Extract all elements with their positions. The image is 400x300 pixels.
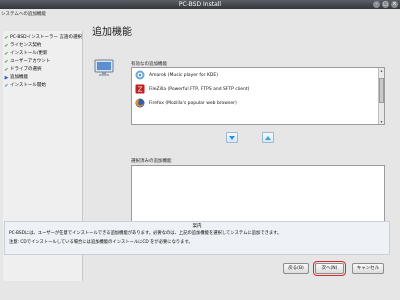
sidebar-item-label: インストール開始	[10, 83, 46, 88]
current-step-arrow-icon: ▶	[4, 75, 9, 81]
available-features-list[interactable]: Amarok (Music player for KDE) Z FileZill…	[131, 67, 385, 125]
list-item[interactable]: Amarok (Music player for KDE)	[132, 68, 384, 82]
help-note: 注意: CDでインストールしている場合には追加機能のインストールにCD をが必要…	[9, 240, 193, 245]
sidebar-item-label: PC-BSDインストーラー 言語の選択	[10, 35, 82, 40]
amarok-icon	[135, 70, 145, 80]
sidebar-item-language: ✔ PC-BSDインストーラー 言語の選択	[3, 35, 82, 41]
sidebar-item-label: ドライブの選択	[10, 67, 42, 72]
scroll-up-icon[interactable]: ▴	[379, 68, 384, 73]
selected-features-label: 選択済みの追加機能	[131, 159, 172, 164]
sidebar-item-label: 追加機能	[10, 75, 28, 80]
check-icon: ✔	[4, 83, 9, 89]
help-panel: 案内 PC-BSDには、ユーザーが任意でインストールできる追加機能があります。必…	[4, 221, 390, 255]
check-icon: ✔	[4, 51, 9, 57]
close-button[interactable]: ×	[391, 1, 398, 8]
arrow-up-icon	[265, 136, 271, 140]
sidebar-item-label: ライセンス契約	[10, 43, 42, 48]
sidebar-item-extra-features: ▶ 追加機能	[3, 75, 82, 81]
sidebar-item-label: インストール/更新	[10, 51, 48, 56]
section-header: システムへの追加機能	[1, 12, 46, 17]
list-scrollbar[interactable]: ▴ ▾	[378, 68, 384, 124]
next-button[interactable]: 次へ(N)	[313, 261, 346, 276]
help-text: PC-BSDには、ユーザーが任意でインストールできる追加機能があります。必要なの…	[9, 231, 282, 236]
sidebar-item-drive: ✔ ドライブの選択	[3, 67, 82, 73]
window-title: PC-BSD Install	[178, 1, 222, 8]
check-icon: ✔	[4, 59, 9, 65]
window-controls: – □ ×	[373, 1, 398, 8]
list-item-label: Firefox (Mozilla's popular web browser)	[149, 100, 237, 106]
sidebar-item-start-install: ✔ インストール開始	[3, 83, 82, 89]
monitor-icon	[94, 59, 114, 76]
sidebar-item-license: ✔ ライセンス契約	[3, 43, 82, 49]
installer-window: システムへの追加機能 ✔ PC-BSDインストーラー 言語の選択 ✔ ライセンス…	[0, 9, 400, 300]
check-icon: ✔	[4, 67, 9, 73]
sidebar-item-install-update: ✔ インストール/更新	[3, 51, 82, 57]
list-item[interactable]: Z FileZilla (Powerful FTP, FTPS and SFTP…	[132, 82, 384, 96]
page-title: 追加機能	[92, 27, 132, 38]
sidebar-item-user-accounts: ✔ ユーザーアカウント	[3, 59, 82, 65]
help-title: 案内	[192, 224, 202, 229]
remove-feature-button[interactable]	[262, 132, 274, 143]
scroll-down-icon[interactable]: ▾	[379, 119, 384, 124]
check-icon: ✔	[4, 35, 9, 41]
filezilla-icon: Z	[135, 84, 145, 94]
add-feature-button[interactable]	[226, 132, 238, 143]
check-icon: ✔	[4, 43, 9, 49]
cancel-button[interactable]: キャンセル	[352, 263, 384, 274]
scrollbar-thumb[interactable]	[379, 78, 384, 103]
list-item[interactable]: Firefox (Mozilla's popular web browser)	[132, 96, 384, 110]
maximize-button[interactable]: □	[382, 1, 389, 8]
list-item-label: Amarok (Music player for KDE)	[149, 72, 218, 78]
svg-text:Z: Z	[138, 86, 143, 94]
arrow-down-icon	[229, 136, 235, 140]
firefox-icon	[135, 98, 145, 108]
window-titlebar: PC-BSD Install – □ ×	[0, 0, 400, 9]
back-button[interactable]: 戻る(B)	[283, 263, 309, 274]
list-item-label: FileZilla (Powerful FTP, FTPS and SFTP c…	[149, 86, 250, 92]
sidebar-item-label: ユーザーアカウント	[10, 59, 51, 64]
minimize-button[interactable]: –	[373, 1, 380, 8]
